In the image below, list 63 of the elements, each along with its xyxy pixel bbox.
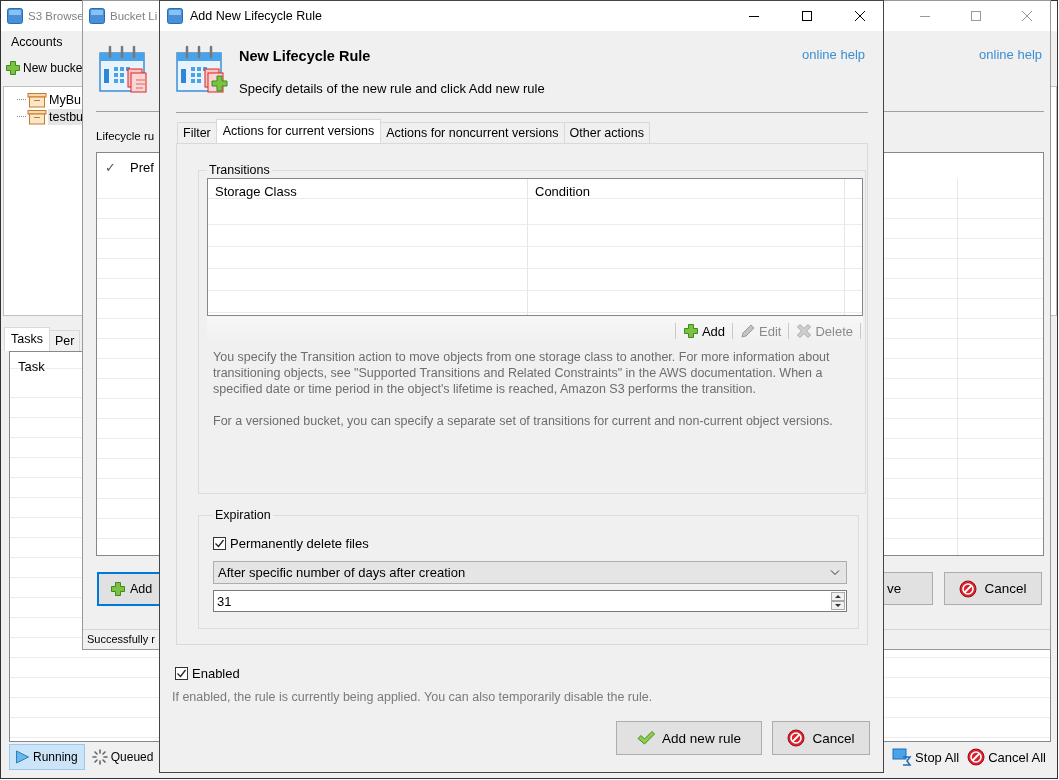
chevron-down-icon — [830, 569, 840, 576]
column-header: Storage Class — [215, 184, 297, 199]
toolbar-button[interactable]: Stop All — [889, 748, 963, 766]
close-icon[interactable] — [854, 10, 866, 22]
cancel-button[interactable]: Cancel — [772, 721, 870, 755]
add-rule-button[interactable]: Add new rule — [616, 721, 762, 755]
dialog-heading: New Lifecycle Rule — [239, 48, 372, 64]
plus-icon — [682, 323, 699, 339]
hint-text: If enabled, the rule is currently being applied. You can also temporarily disable the rule. — [172, 690, 653, 704]
play-icon — [14, 749, 30, 765]
tab[interactable]: Tasks — [4, 327, 50, 351]
toolbar-button[interactable]: Cancel All — [964, 748, 1049, 766]
section-label: Lifecycle ru — [96, 130, 155, 142]
checkmark-icon — [176, 668, 187, 679]
menu-item[interactable]: Accounts — [11, 35, 63, 49]
tree-item[interactable]: MyBu — [48, 91, 82, 108]
checkbox[interactable]: Enabled — [175, 666, 240, 681]
plus-icon — [5, 60, 21, 76]
cancel-button[interactable]: Cancel — [944, 572, 1042, 605]
status-tab[interactable]: Running — [9, 744, 85, 770]
number-field[interactable]: 31 — [213, 590, 847, 612]
description-text: You specify the Transition action to move objects from one storage class to another. For more information about transitioning objects, see "Supported Transitions and Related Constraints" in the AWS documentation. When a specified date or time period in the object's lifetime is reached, Amazon S3 performs the transition. — [213, 349, 831, 397]
app-icon — [167, 8, 183, 24]
checkbox[interactable]: Permanently delete files — [213, 536, 847, 551]
calendar-plus-icon — [175, 45, 229, 95]
column-header: Task — [18, 359, 45, 374]
tab[interactable]: Filter — [177, 122, 217, 143]
app-icon — [7, 8, 23, 24]
box-icon — [27, 91, 47, 108]
status-text: Successfully r — [87, 633, 155, 645]
window-title: Bucket Li — [110, 10, 158, 22]
column-header: ✓ — [105, 160, 116, 175]
dialog-subtitle: Specify details of the new rule and click Add new rule — [239, 81, 545, 96]
box-icon — [27, 108, 47, 125]
dropdown[interactable]: After specific number of days after creation — [213, 561, 847, 584]
description-text: For a versioned bucket, you can specify a separate set of transitions for current and non-current object versions. — [213, 413, 834, 429]
spinner-icon — [91, 749, 108, 765]
save-button[interactable]: ve — [883, 572, 933, 605]
group-title: Transitions — [209, 163, 270, 177]
plus-icon — [110, 580, 126, 597]
cancel-icon — [959, 579, 978, 598]
window-title: Add New Lifecycle Rule — [190, 9, 322, 23]
cancel-icon — [967, 748, 986, 766]
cancel-icon — [787, 729, 806, 747]
monitor-icon — [892, 748, 913, 766]
tree-item[interactable]: testbu — [48, 108, 85, 125]
column-header: Condition — [535, 184, 590, 199]
checkmark-icon — [214, 538, 225, 549]
app-icon — [89, 8, 105, 24]
group-title: Expiration — [215, 508, 271, 522]
cross-icon — [796, 323, 813, 339]
maximize-icon[interactable] — [801, 10, 813, 22]
toolbar-button[interactable]: Add — [678, 323, 729, 339]
checkmark-icon — [637, 730, 656, 746]
column-header: Pref — [130, 160, 154, 175]
toolbar-button[interactable]: New bucke — [5, 60, 83, 76]
pencil-icon — [740, 323, 756, 339]
tab[interactable]: Per — [48, 330, 81, 351]
status-tab[interactable]: Queued — [86, 744, 161, 770]
window-title: S3 Browse — [28, 10, 84, 22]
tab[interactable]: Other actions — [563, 122, 650, 143]
spinner-arrows-icon — [831, 592, 845, 610]
tab[interactable]: Actions for current versions — [215, 119, 382, 143]
